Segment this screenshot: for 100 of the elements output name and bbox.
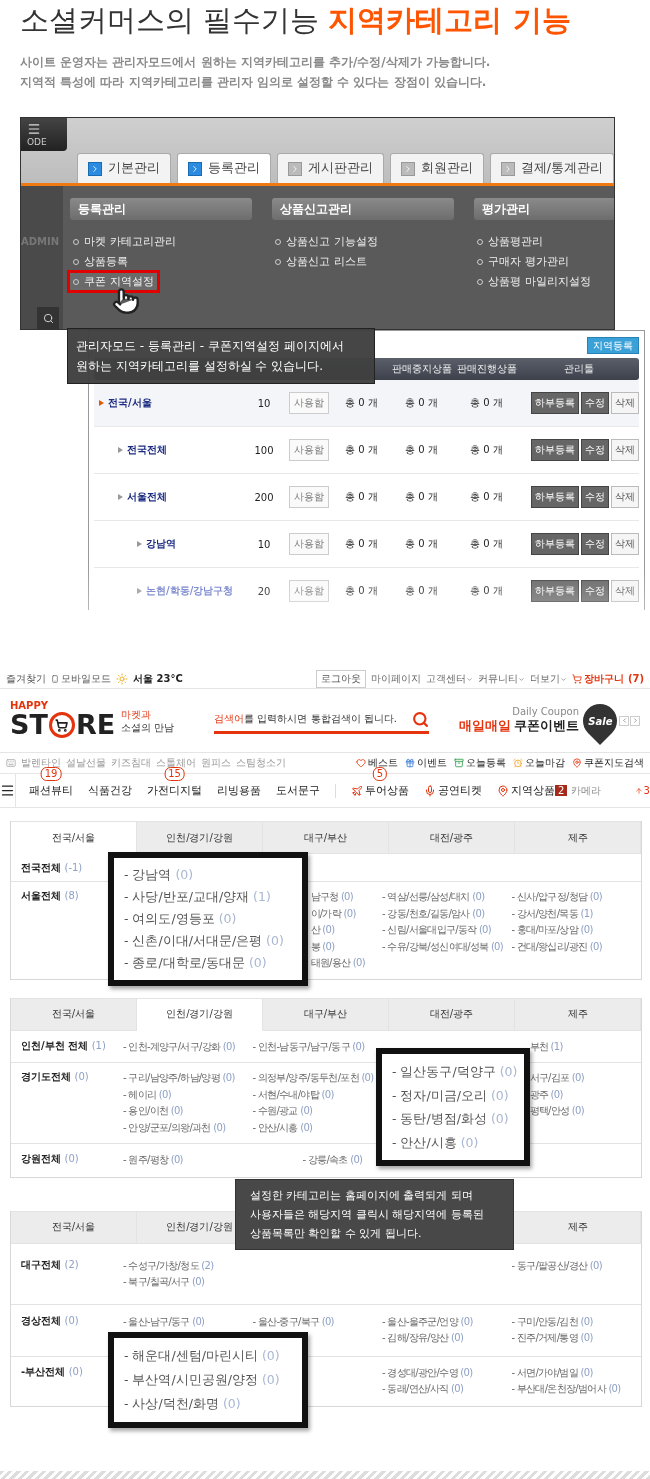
action-button[interactable]: 하부등록 bbox=[531, 533, 579, 555]
region-link[interactable]: - 구미/안동/김천 (0) bbox=[511, 1313, 593, 1330]
region-link[interactable]: - 안산/시흥 (0) bbox=[392, 1130, 514, 1154]
region-tab[interactable]: 대전/광주 bbox=[389, 821, 515, 854]
action-button[interactable]: 삭제 bbox=[611, 439, 639, 461]
action-button[interactable]: 하부등록 bbox=[531, 392, 579, 414]
shortcut-link[interactable]: 이벤트 bbox=[405, 756, 447, 770]
menu-tab[interactable]: 회원관리 bbox=[389, 153, 484, 184]
region-link[interactable]: - 신사/압구정/청담 (0) bbox=[511, 889, 602, 906]
region-link[interactable]: - 서현/수내/야탑 (0) bbox=[252, 1086, 334, 1103]
top-link[interactable]: 더보기 bbox=[530, 672, 568, 686]
region-link[interactable]: - 신촌/이대/서대문/은평 (0) bbox=[124, 930, 292, 952]
logout-button[interactable]: 로그아웃 bbox=[316, 670, 367, 688]
cart-link[interactable]: 장바구니 (7) bbox=[572, 672, 644, 686]
top-link[interactable]: 마이페이지 bbox=[371, 672, 422, 686]
region-link[interactable]: - 정자/미금/오리 (0) bbox=[392, 1083, 514, 1107]
region-link[interactable]: - 인천-남동구/남구/동구 (0) bbox=[252, 1038, 365, 1055]
region-link[interactable]: - 진주/거제/통영 (0) bbox=[511, 1330, 593, 1347]
search-field[interactable]: 검색어를 입력하시면 통합검색이 됩니다. bbox=[214, 707, 430, 734]
menu-tab[interactable]: 등록관리 bbox=[176, 153, 271, 184]
ranking-keyword[interactable]: 카메라 bbox=[571, 783, 602, 798]
menu-link[interactable]: 마켓 카테고리관리 bbox=[70, 233, 179, 250]
region-group-title[interactable]: 강원전체 (0) bbox=[11, 1152, 123, 1169]
shortcut-link[interactable]: 쿠폰지도검색 bbox=[572, 756, 644, 770]
category-link[interactable]: 도서문구 bbox=[276, 783, 320, 798]
menu-link[interactable]: 상품신고 리스트 bbox=[272, 253, 370, 270]
action-button[interactable]: 삭제 bbox=[611, 533, 639, 555]
action-button[interactable]: 삭제 bbox=[611, 486, 639, 508]
region-link[interactable]: - 안산/시흥 (0) bbox=[252, 1119, 313, 1136]
top-link[interactable]: 고객센터 bbox=[426, 672, 474, 686]
region-tab[interactable]: 인천/경기/강원 bbox=[137, 821, 263, 854]
action-button[interactable]: 삭제 bbox=[611, 392, 639, 414]
region-link[interactable]: - 사상/덕천/화명 (0) bbox=[124, 1392, 292, 1416]
region-link[interactable]: - 용인/이천 (0) bbox=[123, 1103, 183, 1120]
action-button[interactable]: 수정 bbox=[581, 486, 609, 508]
region-link[interactable]: - 건대/왕십리/광진 (0) bbox=[511, 938, 602, 955]
action-button[interactable]: 수정 bbox=[581, 392, 609, 414]
bookmark-link[interactable]: 즐겨찾기 bbox=[6, 672, 46, 686]
region-link[interactable]: - 동탄/병점/화성 (0) bbox=[392, 1107, 514, 1131]
region-link[interactable]: - 역삼/선릉/삼성/대치 (0) bbox=[382, 889, 485, 906]
use-button[interactable]: 사용함 bbox=[289, 486, 329, 508]
region-group-title[interactable]: 대구전체 (2) bbox=[11, 1257, 123, 1291]
category-link[interactable]: 식품건강 bbox=[88, 783, 132, 798]
menu-icon[interactable] bbox=[0, 773, 16, 808]
shortcut-link[interactable]: 오늘마감 bbox=[513, 756, 565, 770]
category-link[interactable]: 리빙용품 bbox=[217, 783, 261, 798]
region-group-title[interactable]: 인천/부천 전체 (1) bbox=[11, 1038, 123, 1055]
region-link[interactable]: - 북구/칠곡/서구 (0) bbox=[123, 1274, 205, 1291]
region-link[interactable]: - 구리/남양주/하남/양평 (0) bbox=[123, 1070, 235, 1087]
region-link[interactable]: - 수유/강북/성신여대/성북 (0) bbox=[382, 938, 503, 955]
region-link[interactable]: - 부산대/온천장/범어사 (0) bbox=[511, 1381, 621, 1398]
region-link[interactable]: - 종로/대학로/동대문 (0) bbox=[124, 952, 292, 974]
shortcut-link[interactable]: 오늘등록 bbox=[454, 756, 506, 770]
region-tab[interactable]: 대구/부산 bbox=[263, 821, 389, 854]
region-link[interactable]: - 인천-계양구/서구/강화 (0) bbox=[123, 1038, 235, 1055]
region-tab[interactable]: 제주 bbox=[515, 821, 641, 854]
region-tab[interactable]: 전국/서울 bbox=[11, 1210, 137, 1244]
region-tab[interactable]: 제주 bbox=[515, 997, 641, 1031]
search-icon[interactable] bbox=[412, 710, 430, 728]
action-button[interactable]: 수정 bbox=[581, 580, 609, 602]
region-link[interactable]: - 해운대/센텀/마린시티 (0) bbox=[124, 1344, 292, 1368]
region-group-title[interactable]: 경기도전체 (0) bbox=[11, 1070, 123, 1136]
mobile-mode-link[interactable]: 모바일모드 bbox=[51, 672, 111, 686]
menu-link[interactable]: 상품평관리 bbox=[474, 233, 547, 250]
action-button[interactable]: 수정 bbox=[581, 533, 609, 555]
menu-link[interactable]: 상품평 마일리지설정 bbox=[474, 273, 594, 290]
menu-link[interactable]: 쿠폰 지역설정 bbox=[70, 273, 157, 290]
region-link[interactable]: - 강동/천호/길동/암사 (0) bbox=[382, 905, 485, 922]
region-link[interactable]: - 원주/평창 (0) bbox=[123, 1152, 183, 1169]
region-tab[interactable]: 대전/광주 bbox=[389, 997, 515, 1031]
region-link[interactable]: - 동구/팔공산/경산 (0) bbox=[511, 1257, 602, 1274]
region-link[interactable]: - 동래/연산/사직 (0) bbox=[382, 1381, 464, 1398]
region-link[interactable]: - 부산역/시민공원/양정 (0) bbox=[124, 1368, 292, 1392]
region-link[interactable]: 부천 (1) bbox=[511, 1038, 563, 1055]
region-link[interactable]: - 울산-울주군/언양 (0) bbox=[382, 1313, 473, 1330]
category-link[interactable]: 지역상품 bbox=[497, 783, 555, 798]
action-button[interactable]: 하부등록 bbox=[531, 439, 579, 461]
menu-link[interactable]: 구매자 평가관리 bbox=[474, 253, 572, 270]
region-link[interactable]: - 의정부/양주/동두천/포천 (0) bbox=[252, 1070, 374, 1087]
region-link[interactable]: - 헤이리 (0) bbox=[123, 1086, 171, 1103]
region-link[interactable]: - 신림/서울대입구/동작 (0) bbox=[382, 922, 491, 939]
region-link[interactable]: - 홍대/마포/상암 (0) bbox=[511, 922, 593, 939]
region-link[interactable]: - 여의도/영등포 (0) bbox=[124, 908, 292, 930]
action-button[interactable]: 하부등록 bbox=[531, 486, 579, 508]
menu-tab[interactable]: 결제/통계관리 bbox=[489, 153, 614, 184]
region-link[interactable]: - 강서/양천/목동 (1) bbox=[511, 905, 593, 922]
search-icon[interactable] bbox=[37, 307, 60, 329]
action-button[interactable]: 수정 bbox=[581, 439, 609, 461]
menu-link[interactable]: 상품신고 기능설정 bbox=[272, 233, 381, 250]
use-button[interactable]: 사용함 bbox=[289, 533, 329, 555]
region-tab[interactable]: 전국/서울 bbox=[11, 821, 137, 854]
region-link[interactable]: - 강남역 (0) bbox=[124, 864, 292, 886]
region-link[interactable]: - 울산-남구/동구 (0) bbox=[123, 1313, 205, 1330]
category-link[interactable]: 공연티켓 bbox=[424, 783, 482, 798]
use-button[interactable]: 사용함 bbox=[289, 439, 329, 461]
region-link[interactable]: - 경성대/광안/수영 (0) bbox=[382, 1364, 473, 1381]
action-button[interactable]: 하부등록 bbox=[531, 580, 579, 602]
region-link[interactable]: - 강릉/속초 (0) bbox=[252, 1152, 363, 1169]
menu-tab[interactable]: 기본관리 bbox=[76, 153, 171, 184]
region-link[interactable]: - 서면/가야/범일 (0) bbox=[511, 1364, 593, 1381]
